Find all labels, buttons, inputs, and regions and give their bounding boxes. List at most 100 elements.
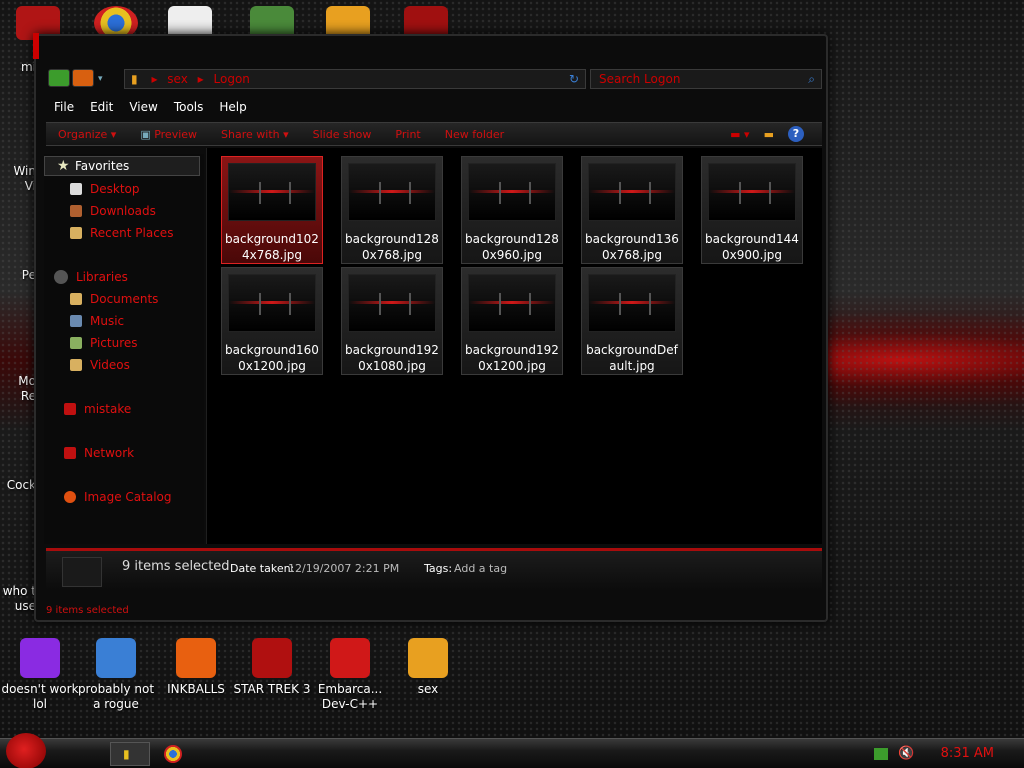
file-thumbnail[interactable]: background1360x768.jpg bbox=[581, 156, 683, 264]
nav-label: Videos bbox=[90, 358, 130, 372]
desktop-icon-label: INKBALLS bbox=[167, 682, 225, 696]
share-with-button[interactable]: Share with ▾ bbox=[209, 128, 301, 141]
desktop-app-icon bbox=[330, 638, 370, 678]
selection-count: 9 items selected bbox=[122, 559, 230, 574]
image-preview bbox=[708, 163, 796, 221]
date-taken-value[interactable]: 12/19/2007 2:21 PM bbox=[288, 562, 399, 575]
desktop-app-icon bbox=[408, 638, 448, 678]
file-thumbnail[interactable]: background1280x960.jpg bbox=[461, 156, 563, 264]
desktop-icon-clipped[interactable]: Mo Re bbox=[0, 374, 36, 404]
preview-label: Preview bbox=[154, 127, 198, 141]
desktop-app-icon bbox=[252, 638, 292, 678]
search-icon[interactable]: ⌕ bbox=[808, 72, 815, 87]
desktop-icon-label: sex bbox=[417, 682, 439, 696]
new-folder-button[interactable]: New folder bbox=[433, 128, 516, 141]
preview-pane-icon[interactable]: ▬ bbox=[764, 128, 774, 141]
menu-help[interactable]: Help bbox=[211, 98, 254, 118]
desktop-icon[interactable]: Embarca... Dev-C++ bbox=[310, 638, 390, 712]
nav-recent-places[interactable]: Recent Places bbox=[70, 226, 173, 240]
desktop-app-icon bbox=[176, 638, 216, 678]
start-button-angry-bird-icon[interactable] bbox=[6, 733, 46, 768]
downloads-icon bbox=[70, 205, 82, 217]
file-name: background1920x1200.jpg bbox=[465, 343, 559, 373]
forward-button[interactable] bbox=[72, 69, 94, 87]
search-placeholder: Search Logon bbox=[599, 72, 681, 86]
desktop-icon-clipped[interactable]: who t use bbox=[0, 584, 36, 614]
menu-bar: File Edit View Tools Help bbox=[46, 98, 822, 118]
nav-mistake[interactable]: mistake bbox=[64, 402, 131, 416]
volume-muted-icon[interactable]: 🔇 bbox=[898, 746, 914, 761]
pictures-icon bbox=[70, 337, 82, 349]
address-bar[interactable]: ▮ ▸ sex ▸ Logon ↻ bbox=[124, 69, 586, 89]
nav-label: Recent Places bbox=[90, 226, 174, 240]
desktop-icon-label: STAR TREK 3 bbox=[233, 682, 311, 696]
menu-tools[interactable]: Tools bbox=[166, 98, 212, 118]
organize-button[interactable]: Organize ▾ bbox=[46, 128, 128, 141]
file-thumbnail[interactable]: backgroundDefault.jpg bbox=[581, 267, 683, 375]
desktop-icon-clipped[interactable]: Pe bbox=[0, 268, 36, 283]
file-thumbnail[interactable]: background1440x900.jpg bbox=[701, 156, 803, 264]
search-input[interactable]: Search Logon ⌕ bbox=[590, 69, 822, 89]
history-dropdown-icon[interactable]: ▾ bbox=[98, 74, 103, 84]
favorites-label: Favorites bbox=[75, 159, 130, 173]
refresh-icon[interactable]: ↻ bbox=[569, 72, 579, 86]
desktop-icon-clipped[interactable]: Cock bbox=[0, 478, 36, 493]
menu-file[interactable]: File bbox=[46, 98, 82, 118]
desktop-icon[interactable]: INKBALLS bbox=[156, 638, 236, 697]
tags-field[interactable]: Add a tag bbox=[454, 562, 507, 575]
file-thumbnail[interactable]: background1920x1200.jpg bbox=[461, 267, 563, 375]
nav-libraries[interactable]: Libraries bbox=[54, 270, 128, 284]
nav-videos[interactable]: Videos bbox=[70, 358, 130, 372]
nav-label: Downloads bbox=[90, 204, 156, 218]
nav-image-catalog[interactable]: Image Catalog bbox=[64, 490, 171, 504]
network-tray-icon[interactable] bbox=[874, 748, 888, 760]
desktop-icon-clipped[interactable]: Win Vi bbox=[0, 164, 36, 194]
taskbar-explorer-button[interactable]: ▮ bbox=[110, 742, 150, 766]
image-preview bbox=[348, 274, 436, 332]
nav-music[interactable]: Music bbox=[70, 314, 124, 328]
image-preview bbox=[468, 274, 556, 332]
nav-label: Pictures bbox=[90, 336, 138, 350]
clock[interactable]: 8:31 AM bbox=[941, 746, 994, 761]
crumb-separator-1: ▸ bbox=[151, 72, 158, 86]
libraries-icon bbox=[54, 270, 68, 284]
desktop-icon[interactable]: STAR TREK 3 bbox=[232, 638, 312, 697]
help-icon[interactable]: ? bbox=[788, 126, 804, 142]
desktop-icon[interactable]: sex bbox=[388, 638, 468, 697]
navigation-pane: ★ Favorites Desktop Downloads Recent Plac… bbox=[44, 154, 204, 544]
explorer-window: ▾ ▮ ▸ sex ▸ Logon ↻ Search Logon ⌕ File … bbox=[33, 33, 828, 622]
desktop-icon[interactable]: doesn't work lol bbox=[0, 638, 80, 712]
taskbar-chrome-button[interactable] bbox=[164, 745, 182, 763]
file-name: background1024x768.jpg bbox=[225, 232, 319, 262]
print-button[interactable]: Print bbox=[383, 128, 432, 141]
nav-downloads[interactable]: Downloads bbox=[70, 204, 156, 218]
nav-favorites[interactable]: ★ Favorites bbox=[44, 156, 200, 176]
breadcrumb-logon[interactable]: Logon bbox=[214, 72, 250, 86]
desktop-icon[interactable]: probably not a rogue bbox=[76, 638, 156, 712]
menu-view[interactable]: View bbox=[121, 98, 165, 118]
file-thumbnail[interactable]: background1920x1080.jpg bbox=[341, 267, 443, 375]
desktop-icon-clipped[interactable]: mi bbox=[0, 60, 36, 75]
desktop-icon-label: Embarca... Dev-C++ bbox=[317, 682, 383, 711]
nav-label: Libraries bbox=[76, 270, 128, 284]
image-preview bbox=[228, 163, 316, 221]
view-options-icon[interactable]: ▬ ▾ bbox=[730, 128, 749, 141]
menu-edit[interactable]: Edit bbox=[82, 98, 121, 118]
file-name: background1600x1200.jpg bbox=[225, 343, 319, 373]
nav-pictures[interactable]: Pictures bbox=[70, 336, 138, 350]
nav-network[interactable]: Network bbox=[64, 446, 134, 460]
homegroup-icon bbox=[64, 403, 76, 415]
breadcrumb-sex[interactable]: sex bbox=[167, 72, 188, 86]
nav-desktop[interactable]: Desktop bbox=[70, 182, 140, 196]
file-thumbnail[interactable]: background1024x768.jpg bbox=[221, 156, 323, 264]
back-button[interactable] bbox=[48, 69, 70, 87]
preview-button[interactable]: ▣ Preview bbox=[128, 128, 209, 141]
file-thumbnail[interactable]: background1600x1200.jpg bbox=[221, 267, 323, 375]
file-thumbnail[interactable]: background1280x768.jpg bbox=[341, 156, 443, 264]
folder-icon: ▮ bbox=[131, 72, 138, 86]
file-name: background1360x768.jpg bbox=[585, 232, 679, 262]
nav-documents[interactable]: Documents bbox=[70, 292, 158, 306]
slide-show-button[interactable]: Slide show bbox=[301, 128, 384, 141]
desktop-icon-label: doesn't work lol bbox=[1, 682, 79, 711]
nav-label: Network bbox=[84, 446, 135, 460]
